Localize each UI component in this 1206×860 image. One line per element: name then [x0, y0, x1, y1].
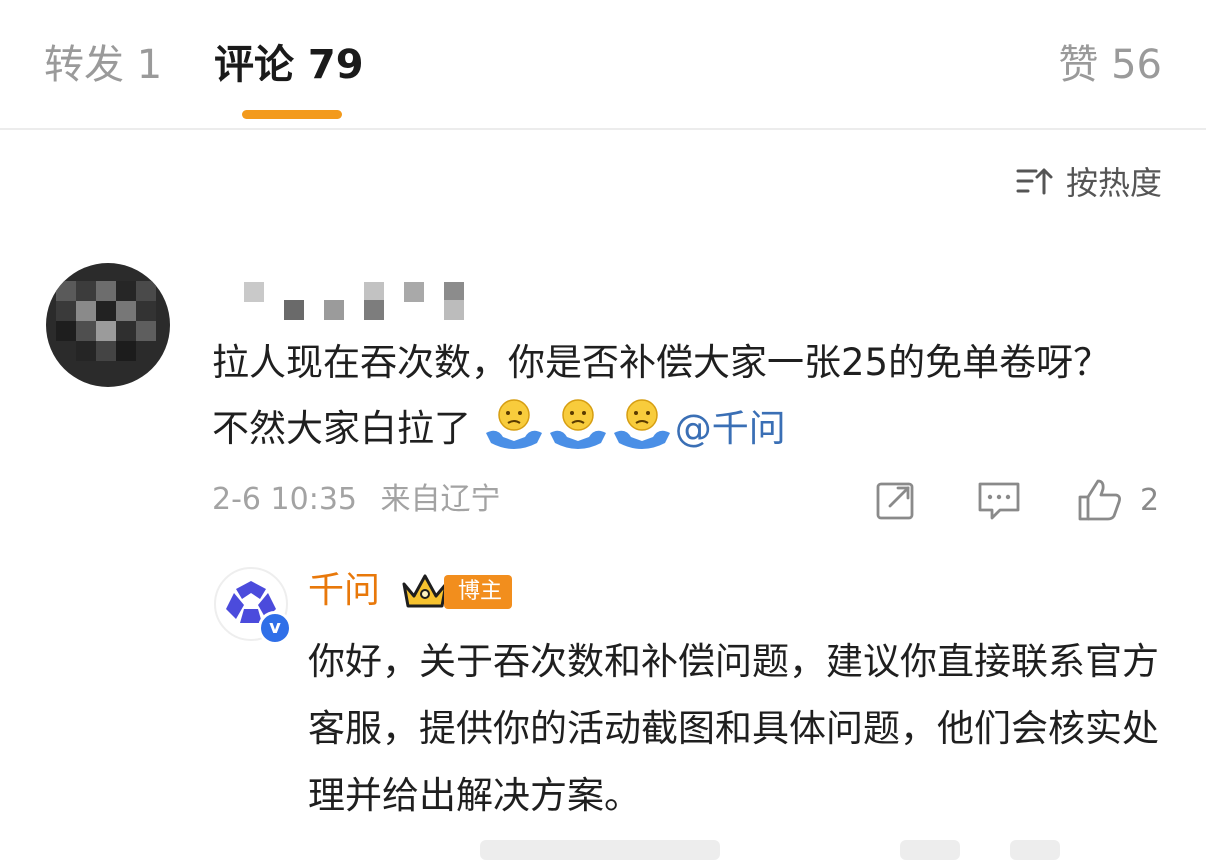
active-tab-indicator	[242, 110, 342, 119]
sort-icon	[1016, 168, 1053, 195]
crown-icon	[402, 574, 448, 608]
verified-icon: v	[258, 611, 292, 645]
like-icon	[1078, 479, 1121, 521]
commenter-name-redacted[interactable]	[214, 274, 514, 326]
blogger-badge: 博主	[444, 575, 513, 609]
shrug-emoji-icon	[549, 399, 606, 449]
tab-comments[interactable]: 评论 79	[214, 38, 364, 92]
like-button[interactable]: 2	[1076, 476, 1159, 524]
comment-meta: 2-6 10:35 来自辽宁	[212, 476, 501, 524]
tab-likes[interactable]: 赞 56	[1058, 38, 1162, 92]
repost-button[interactable]	[874, 476, 918, 524]
like-count: 2	[1140, 482, 1160, 518]
shrug-emoji-icon	[613, 399, 670, 449]
comment-date: 2-6 10:35	[212, 482, 357, 517]
tab-repost[interactable]: 转发 1	[44, 38, 162, 92]
comment-button[interactable]	[976, 476, 1022, 524]
next-row-cutoff	[0, 840, 1206, 860]
mention-link[interactable]: @千问	[675, 407, 786, 450]
comment-icon	[978, 482, 1020, 520]
repost-icon	[876, 482, 914, 520]
sort-button[interactable]: 按热度	[1016, 158, 1162, 204]
reply-author-name[interactable]: 千问	[308, 566, 380, 616]
comment-text: 拉人现在吞次数，你是否补偿大家一张25的免单卷呀？不然大家白拉了 @千问	[212, 330, 1142, 462]
sort-label: 按热度	[1065, 164, 1162, 202]
reply-text: 你好，关于吞次数和补偿问题，建议你直接联系官方客服，提供你的活动截图和具体问题，…	[308, 640, 1159, 817]
shrug-emoji-icon	[485, 399, 542, 449]
comment-location: 来自辽宁	[380, 482, 501, 517]
commenter-avatar[interactable]	[46, 263, 170, 387]
comment-tabs: 转发 1 评论 79 赞 56	[0, 0, 1206, 130]
